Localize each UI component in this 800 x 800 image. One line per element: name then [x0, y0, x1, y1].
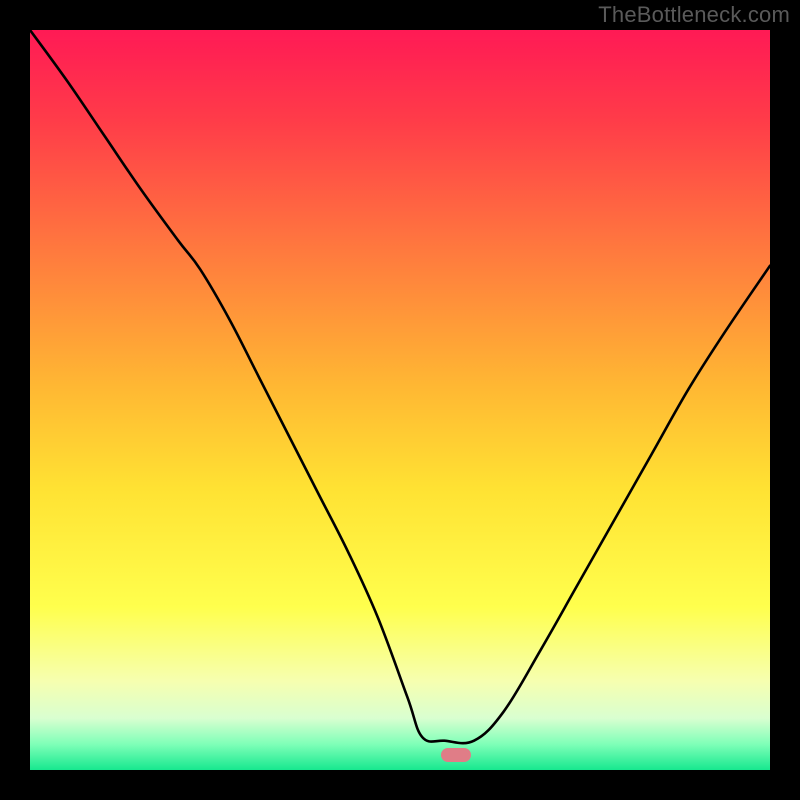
plot-area	[30, 30, 770, 770]
gradient-background	[30, 30, 770, 770]
chart-frame: TheBottleneck.com	[0, 0, 800, 800]
watermark-text: TheBottleneck.com	[598, 2, 790, 28]
optimal-marker	[441, 748, 471, 762]
bottleneck-chart	[30, 30, 770, 770]
